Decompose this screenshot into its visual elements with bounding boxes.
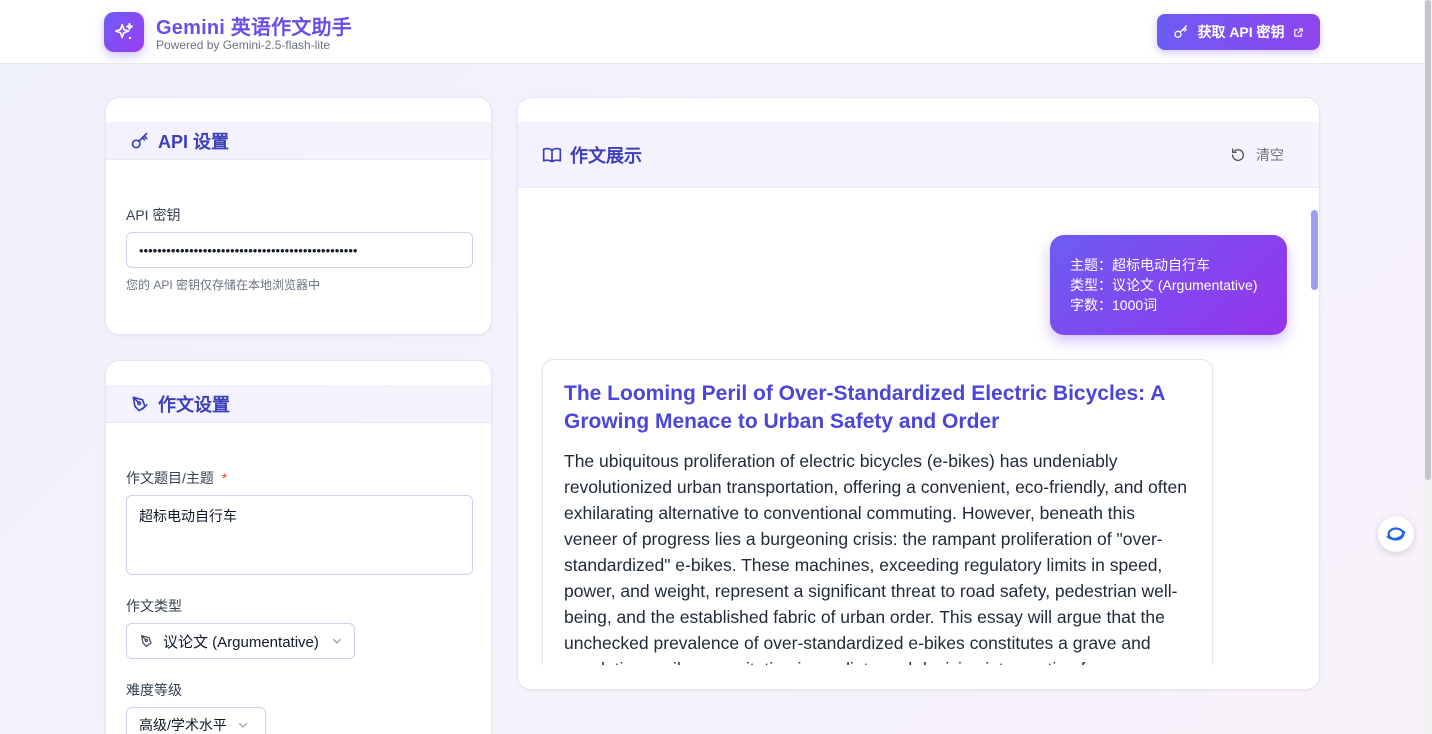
essay-body: The ubiquitous proliferation of electric… <box>564 451 1187 665</box>
essay-type-select[interactable]: 议论文 (Argumentative) <box>126 623 355 659</box>
api-settings-header: API 设置 <box>106 122 491 160</box>
api-settings-card: API 设置 API 密钥 ••••••••••••••••••••••••••… <box>105 97 492 335</box>
api-key-value: ••••••••••••••••••••••••••••••••••••••••… <box>139 242 358 258</box>
essay-title: The Looming Peril of Over-Standardized E… <box>564 382 1165 433</box>
api-key-label: API 密钥 <box>126 207 181 223</box>
request-bubble: 主题：超标电动自行车 类型：议论文 (Argumentative) 字数：100… <box>1050 235 1287 335</box>
essay-viewport: The Looming Peril of Over-Standardized E… <box>518 340 1308 665</box>
assistant-icon <box>1386 527 1406 541</box>
essay-settings-title: 作文设置 <box>158 394 230 415</box>
topic-label: 作文题目/主题 * <box>126 470 228 486</box>
app-subtitle: Powered by Gemini-2.5-flash-lite <box>156 38 331 52</box>
assistant-float-button[interactable] <box>1378 516 1414 552</box>
book-open-icon <box>542 147 562 162</box>
essay-card: The Looming Peril of Over-Standardized E… <box>542 359 1213 665</box>
api-key-input[interactable]: ••••••••••••••••••••••••••••••••••••••••… <box>126 232 473 268</box>
essay-settings-card: 作文设置 作文题目/主题 * 超标电动自行车 作文类型 议论文 (Argumen… <box>105 360 492 734</box>
key-icon <box>1174 25 1188 38</box>
level-value: 高级/学术水平 <box>139 717 227 733</box>
api-key-hint: 您的 API 密钥仅存储在本地浏览器中 <box>126 278 321 292</box>
pen-tool-icon <box>141 635 152 647</box>
type-label: 作文类型 <box>126 598 182 614</box>
chevron-down-icon <box>332 638 341 644</box>
get-api-key-label: 获取 API 密钥 <box>1197 24 1285 40</box>
external-link-icon <box>1293 27 1303 37</box>
clear-button[interactable]: 清空 <box>1230 144 1284 166</box>
clear-label: 清空 <box>1256 147 1284 163</box>
essay-display-header: 作文展示 <box>518 122 1319 188</box>
level-label: 难度等级 <box>126 682 182 698</box>
topic-textarea[interactable]: 超标电动自行车 <box>126 495 473 575</box>
app-title: Gemini 英语作文助手 <box>156 17 352 39</box>
sparkles-icon <box>104 12 144 52</box>
required-mark: * <box>221 470 228 486</box>
page-scrollbar[interactable] <box>1424 0 1432 734</box>
chevron-down-icon <box>238 722 248 728</box>
essay-display-title: 作文展示 <box>570 145 642 166</box>
request-type: 类型：议论文 (Argumentative) <box>1070 277 1258 293</box>
essay-type-value: 议论文 (Argumentative) <box>163 633 319 651</box>
level-select[interactable]: 高级/学术水平 <box>126 707 266 734</box>
request-words: 字数：1000词 <box>1070 297 1158 313</box>
rotate-ccw-icon <box>1231 148 1244 161</box>
request-topic: 主题：超标电动自行车 <box>1070 257 1210 273</box>
essay-settings-header: 作文设置 <box>106 385 491 423</box>
key-icon <box>131 132 148 148</box>
topic-value: 超标电动自行车 <box>139 508 237 524</box>
get-api-key-button[interactable]: 获取 API 密钥 <box>1157 14 1320 50</box>
essay-scrollbar[interactable] <box>1310 210 1318 665</box>
top-bar: Gemini 英语作文助手 Powered by Gemini-2.5-flas… <box>0 0 1424 64</box>
pen-tool-icon <box>132 396 148 411</box>
api-settings-title: API 设置 <box>158 131 230 152</box>
